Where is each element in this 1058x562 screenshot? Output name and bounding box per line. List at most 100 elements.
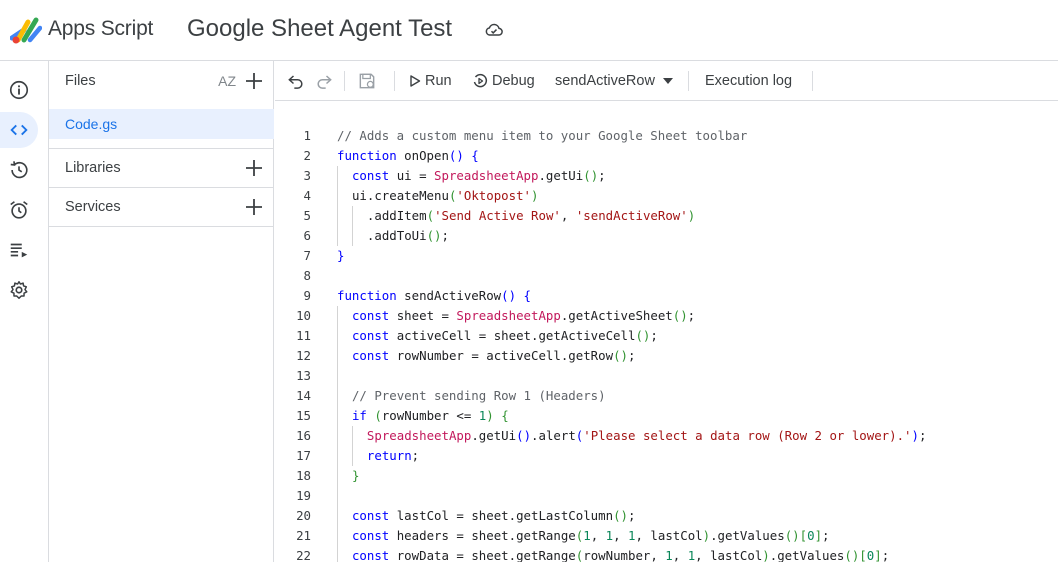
rail-overview-button[interactable]	[0, 72, 38, 108]
line-number: 5	[303, 208, 311, 223]
code-text: const ui = SpreadsheetApp.getUi();	[352, 166, 606, 186]
code-token: ;	[627, 348, 636, 363]
debug-icon	[473, 73, 488, 88]
execution-log-label: Execution log	[705, 73, 793, 89]
code-token: {	[501, 408, 509, 423]
code-token: ;	[650, 328, 658, 343]
code-text: .addToUi();	[367, 226, 449, 246]
libraries-header: Libraries	[49, 148, 274, 188]
code-text: }	[337, 246, 344, 266]
indent-guide	[337, 426, 338, 446]
toolbar-separator	[688, 71, 689, 91]
code-token: .getActiveSheet	[560, 308, 673, 323]
code-token: rowNumber = activeCell.getRow	[389, 348, 614, 363]
indent-guide	[337, 446, 338, 466]
code-token: ()	[784, 528, 800, 543]
code-token: ()	[635, 328, 651, 343]
code-line: 21 const headers = sheet.getRange(1, 1, 1…	[275, 526, 1058, 546]
code-token: 1	[665, 548, 673, 562]
files-title: Files	[65, 73, 96, 89]
undo-icon[interactable]	[286, 71, 306, 91]
code-token: .getValues	[769, 548, 845, 562]
code-token: 0	[807, 528, 815, 543]
code-token: rowNumber <=	[381, 408, 479, 423]
code-token: .alert	[531, 428, 576, 443]
rail-editor-button[interactable]	[0, 112, 38, 148]
code-token: ()	[426, 228, 442, 243]
code-icon	[10, 124, 28, 136]
code-token: lastCol = sheet.getLastColumn	[389, 508, 614, 523]
line-number: 6	[303, 228, 311, 243]
code-token: ,	[560, 208, 576, 223]
code-token: function	[337, 148, 397, 163]
code-token: ;	[687, 308, 696, 323]
code-token: .addItem	[366, 208, 427, 223]
code-token: SpreadsheetApp	[456, 308, 561, 323]
file-item-code-gs[interactable]: Code.gs	[49, 109, 274, 139]
alarm-icon	[10, 201, 28, 219]
project-title[interactable]: Google Sheet Agent Test	[187, 15, 452, 43]
code-line: 13	[275, 366, 1058, 386]
code-text: // Prevent sending Row 1 (Headers)	[352, 386, 606, 406]
line-number: 20	[296, 508, 311, 523]
indent-guide	[351, 426, 353, 446]
rail-settings-button[interactable]	[0, 272, 38, 308]
code-token: ()	[672, 308, 688, 323]
code-token: )	[486, 408, 494, 423]
code-text: function sendActiveRow() {	[337, 286, 531, 306]
code-token: )	[531, 188, 539, 203]
code-line: 19	[275, 486, 1058, 506]
code-line: 1 // Adds a custom menu item to your Goog…	[275, 126, 1058, 146]
code-token: , lastCol	[635, 528, 703, 543]
indent-guide	[337, 306, 338, 326]
rail-executions-button[interactable]	[0, 232, 38, 268]
info-icon	[9, 80, 29, 100]
save-icon[interactable]	[357, 71, 377, 91]
line-number: 15	[296, 408, 311, 423]
line-number: 8	[303, 268, 311, 283]
code-token: 1	[605, 528, 614, 543]
code-text: const rowData = sheet.getRange(rowNumber…	[352, 546, 889, 562]
add-file-button[interactable]	[242, 69, 266, 93]
code-lines: 1 // Adds a custom menu item to your Goog…	[275, 126, 1058, 562]
code-token: ()	[501, 288, 517, 303]
app-name[interactable]: Apps Script	[48, 17, 153, 41]
add-library-button[interactable]	[242, 156, 266, 180]
apps-script-logo[interactable]	[10, 16, 42, 44]
code-text: // Adds a custom menu item to your Googl…	[337, 126, 747, 146]
code-token: .addToUi	[366, 228, 427, 243]
code-token: const	[351, 528, 390, 543]
execution-log-button[interactable]: Execution log	[705, 69, 792, 93]
line-number: 9	[303, 288, 311, 303]
indent-guide	[337, 186, 338, 206]
indent-guide	[337, 366, 338, 386]
debug-button[interactable]: Debug	[472, 69, 535, 93]
add-service-button[interactable]	[242, 195, 266, 219]
rail-triggers-button[interactable]	[0, 192, 38, 228]
code-token: [	[799, 528, 808, 543]
run-button[interactable]: Run	[409, 69, 452, 93]
code-token: ,	[590, 528, 606, 543]
line-number: 22	[296, 548, 311, 562]
run-label: Run	[425, 73, 452, 89]
code-editor[interactable]: 1 // Adds a custom menu item to your Goog…	[275, 101, 1058, 562]
redo-icon[interactable]	[314, 71, 334, 91]
libraries-title: Libraries	[65, 160, 121, 176]
code-line: 20 const lastCol = sheet.getLastColumn();	[275, 506, 1058, 526]
code-text: .addItem('Send Active Row', 'sendActiveR…	[367, 206, 695, 226]
rail-history-button[interactable]	[0, 152, 38, 188]
sort-az-button[interactable]: AZ	[218, 73, 236, 89]
code-text: function onOpen() {	[337, 146, 479, 166]
toolbar-separator	[394, 71, 395, 91]
code-token: ;	[918, 428, 927, 443]
code-token: ,	[672, 548, 688, 562]
code-token: ()	[448, 148, 464, 163]
services-header: Services	[49, 187, 274, 227]
indent-guide	[351, 446, 353, 466]
function-select[interactable]: sendActiveRow	[555, 69, 679, 93]
indent-guide	[337, 226, 338, 246]
indent-guide	[351, 206, 353, 226]
indent-guide	[337, 546, 338, 562]
code-token: 'Please select a data row (Row 2 or lowe…	[583, 428, 912, 443]
code-token: 'Oktopost'	[456, 188, 532, 203]
